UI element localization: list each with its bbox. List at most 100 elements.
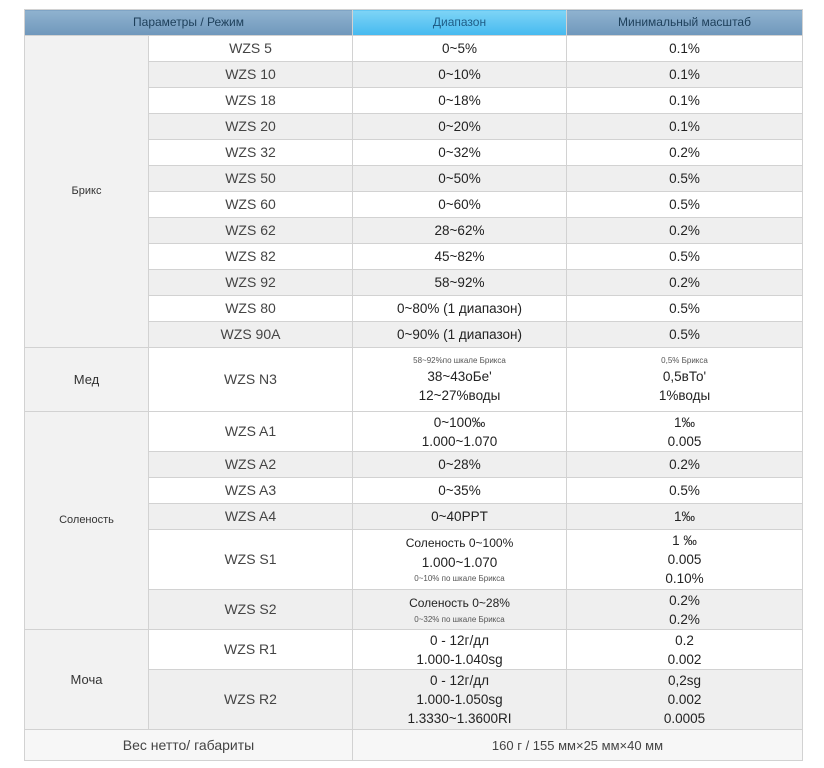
scale-cell: 0.5%	[566, 165, 803, 192]
range-cell: 0~20%	[352, 113, 567, 140]
range-line: 12~27%воды	[418, 388, 501, 403]
footer-value: 160 г / 155 мм×25 мм×40 мм	[352, 729, 803, 761]
scale-cell: 0.2%	[566, 139, 803, 166]
model-cell: WZS N3	[148, 347, 353, 412]
range-cell: 0 - 12г/дл 1.000-1.050sg 1.3330~1.3600RI	[352, 669, 567, 730]
group-salinity: Соленость	[24, 411, 149, 630]
range-line: 1.000~1.070	[421, 555, 498, 570]
model-cell: WZS 92	[148, 269, 353, 296]
model-cell: WZS R1	[148, 629, 353, 670]
model-cell: WZS 20	[148, 113, 353, 140]
model-cell: WZS 90A	[148, 321, 353, 348]
model-cell: WZS A1	[148, 411, 353, 452]
scale-cell: 0,5% Брикса 0,5вТо' 1%воды	[566, 347, 803, 412]
scale-cell: 0.5%	[566, 477, 803, 504]
range-line: Соленость 0~100%	[405, 536, 514, 550]
scale-line: 0.002	[667, 651, 702, 667]
range-line: Соленость 0~28%	[409, 595, 510, 610]
range-cell: 0~5%	[352, 35, 567, 62]
range-cell: Соленость 0~28% 0~32% по шкале Брикса	[352, 589, 567, 630]
range-cell: 0~10%	[352, 61, 567, 88]
scale-cell: 1 ‰ 0.005 0.10%	[566, 529, 803, 590]
spec-table: Параметры / Режим Диапазон Минимальный м…	[24, 9, 803, 761]
scale-cell: 0.2%	[566, 451, 803, 478]
model-cell: WZS A2	[148, 451, 353, 478]
range-cell: 0~35%	[352, 477, 567, 504]
range-line: 1.000-1.050sg	[416, 692, 503, 707]
range-line: 0 - 12г/дл	[430, 673, 489, 688]
range-line: 0~100‰	[433, 414, 486, 430]
range-cell: 0~28%	[352, 451, 567, 478]
range-cell: 0~80% (1 диапазон)	[352, 295, 567, 322]
scale-line: 0.2%	[669, 611, 700, 627]
range-cell: 0~40PPT	[352, 503, 567, 530]
scale-line: 0,5вТо'	[662, 369, 707, 384]
group-urine: Моча	[24, 629, 149, 730]
scale-cell: 0.2 0.002	[566, 629, 803, 670]
group-honey: Мед	[24, 347, 149, 412]
scale-line: 1%воды	[658, 388, 711, 403]
range-line: 38~43оБе'	[427, 369, 492, 384]
model-cell: WZS S2	[148, 589, 353, 630]
scale-note: 0,5% Брикса	[661, 356, 708, 365]
scale-cell: 0.1%	[566, 87, 803, 114]
header-scale: Минимальный масштаб	[566, 9, 803, 36]
header-params: Параметры / Режим	[24, 9, 353, 36]
scale-cell: 0.5%	[566, 321, 803, 348]
model-cell: WZS 5	[148, 35, 353, 62]
range-cell: 0~90% (1 диапазон)	[352, 321, 567, 348]
model-cell: WZS 82	[148, 243, 353, 270]
scale-cell: 0,2sg 0.002 0.0005	[566, 669, 803, 730]
range-cell: 28~62%	[352, 217, 567, 244]
scale-line: 1 ‰	[672, 533, 697, 548]
model-cell: WZS S1	[148, 529, 353, 590]
scale-cell: 0.1%	[566, 35, 803, 62]
range-cell: 0~50%	[352, 165, 567, 192]
scale-cell: 0.1%	[566, 113, 803, 140]
scale-cell: 0.2% 0.2%	[566, 589, 803, 630]
scale-cell: 0.2%	[566, 269, 803, 296]
scale-cell: 0.5%	[566, 243, 803, 270]
table-row: Моча WZS R1 0 - 12г/дл 1.000-1.040sg 0.2…	[24, 629, 803, 730]
scale-cell: 1‰ 0.005	[566, 411, 803, 452]
header-range: Диапазон	[352, 9, 567, 36]
footer-label: Вес нетто/ габариты	[24, 729, 353, 761]
scale-cell: 0.1%	[566, 61, 803, 88]
scale-line: 1‰	[673, 414, 695, 430]
range-cell: 0 - 12г/дл 1.000-1.040sg	[352, 629, 567, 670]
range-note: 0~10% по шкале Брикса	[414, 574, 505, 583]
table-row: Соленость WZS A1 0~100‰ 1.000~1.070 1‰ 0…	[24, 411, 803, 630]
range-note: 0~32% по шкале Брикса	[414, 614, 505, 624]
scale-cell: 1‰	[566, 503, 803, 530]
model-cell: WZS R2	[148, 669, 353, 730]
model-cell: WZS 10	[148, 61, 353, 88]
model-cell: WZS A4	[148, 503, 353, 530]
table-row: Мед WZS N3 58~92%по шкале Брикса 38~43оБ…	[24, 347, 803, 412]
range-cell: 0~60%	[352, 191, 567, 218]
range-cell: 58~92%	[352, 269, 567, 296]
model-cell: WZS 80	[148, 295, 353, 322]
group-brix: Брикс	[24, 35, 149, 348]
scale-cell: 0.5%	[566, 191, 803, 218]
range-cell: 0~100‰ 1.000~1.070	[352, 411, 567, 452]
scale-line: 0.2	[675, 632, 694, 648]
range-cell: 0~32%	[352, 139, 567, 166]
range-cell: 58~92%по шкале Брикса 38~43оБе' 12~27%во…	[352, 347, 567, 412]
range-note: 58~92%по шкале Брикса	[413, 356, 506, 365]
footer-row: Вес нетто/ габариты 160 г / 155 мм×25 мм…	[24, 729, 803, 761]
range-line: 0 - 12г/дл	[430, 632, 489, 648]
scale-line: 0.10%	[665, 571, 704, 586]
table-row: Брикс WZS 5 0~5% 0.1%	[24, 35, 803, 348]
model-cell: WZS 62	[148, 217, 353, 244]
model-cell: WZS 32	[148, 139, 353, 166]
range-cell: Соленость 0~100% 1.000~1.070 0~10% по шк…	[352, 529, 567, 590]
scale-line: 0.005	[667, 552, 702, 567]
scale-line: 0.2%	[669, 592, 700, 608]
scale-cell: 0.2%	[566, 217, 803, 244]
model-cell: WZS 60	[148, 191, 353, 218]
model-cell: WZS 18	[148, 87, 353, 114]
range-line: 1.3330~1.3600RI	[407, 711, 512, 726]
model-cell: WZS A3	[148, 477, 353, 504]
range-cell: 0~18%	[352, 87, 567, 114]
scale-line: 0.002	[667, 692, 702, 707]
